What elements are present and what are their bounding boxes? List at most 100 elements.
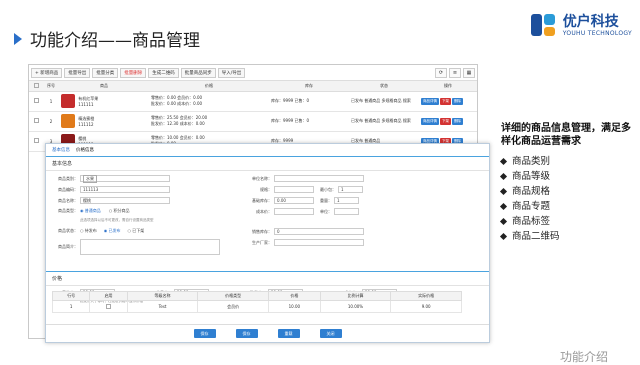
col-checkbox[interactable] <box>29 81 43 92</box>
type-radio-points[interactable]: ○ 积分商品 <box>109 208 130 214</box>
spec-input[interactable] <box>274 186 314 193</box>
company-logo: 优户科技 YOUHU TECHNOLOGY <box>530 12 632 38</box>
status-radio-pending[interactable]: ○ 待发布 <box>80 228 97 234</box>
diamond-bullet-icon <box>499 157 508 166</box>
ptable-header: 比例计算 <box>319 291 392 301</box>
delete-button[interactable]: 删除 <box>452 117 463 125</box>
feature-label: 商品二维码 <box>512 231 560 242</box>
status-label: 商品状态： <box>58 228 78 233</box>
detail-button[interactable]: 商品详情 <box>421 117 439 125</box>
name-input[interactable]: 樱桃 <box>80 197 170 204</box>
detail-button[interactable]: 商品详情 <box>421 97 439 105</box>
cell: 10.00 <box>267 300 321 313</box>
col-header: 序号 <box>43 81 59 92</box>
desc-label: 商品简介： <box>58 244 78 249</box>
enable-checkbox[interactable] <box>89 300 128 313</box>
feature-item: 商品等级 <box>499 169 636 184</box>
product-cell: 有机红苹果 111111 <box>59 91 149 112</box>
feature-label: 商品等级 <box>512 171 551 182</box>
refresh-icon[interactable]: ⟳ <box>435 67 447 78</box>
spec-dim-input[interactable]: 1 <box>338 186 363 193</box>
status-opt-label: 已下架 <box>132 228 145 233</box>
origin-input[interactable] <box>274 239 364 246</box>
feature-item: 商品二维码 <box>499 229 636 244</box>
batch-delete-button[interactable]: 批量删除 <box>120 67 147 78</box>
product-code: 111112 <box>78 121 94 127</box>
col-header: 状态 <box>349 81 419 92</box>
stock-cell: 库存：9999 已售：0 <box>269 111 349 132</box>
add-product-button[interactable]: + 新增商品 <box>31 67 63 78</box>
stock-cell: 库存：9999 已售：0 <box>269 91 349 112</box>
columns-icon[interactable]: ▦ <box>463 67 475 78</box>
spec-label: 规格： <box>260 186 272 192</box>
type-label: 商品类型： <box>58 208 78 213</box>
feature-label: 商品规格 <box>512 186 551 197</box>
section-price-title: 价格 <box>46 271 489 286</box>
unit2-input[interactable] <box>334 208 359 215</box>
table-row[interactable]: 1 Test 会员价 10.00 10.00% 9.00 <box>51 300 462 313</box>
import-export-button[interactable]: 导入/导出 <box>217 67 246 78</box>
feature-item: 商品规格 <box>499 184 636 199</box>
row-checkbox[interactable] <box>29 131 43 152</box>
status-opt-label: 已发布 <box>108 228 121 233</box>
status-radio-offline[interactable]: ○ 已下架 <box>128 228 145 234</box>
tab-basic-info[interactable]: 基本信息 <box>52 147 70 153</box>
diamond-bullet-icon <box>499 187 508 196</box>
offline-button[interactable]: 下架 <box>440 97 451 105</box>
product-image <box>61 114 75 128</box>
weight-input[interactable]: 1 <box>334 197 359 204</box>
cell: 1 <box>51 300 91 313</box>
row-checkbox[interactable] <box>29 111 43 132</box>
ptable-header: 实际价格 <box>390 291 462 301</box>
status-radio-published[interactable]: ◉ 已发布 <box>104 228 121 234</box>
sale-stock-input[interactable]: 0 <box>274 228 364 235</box>
batch-export-button[interactable]: 批量导出 <box>64 67 91 78</box>
product-toolbar: + 新增商品 批量导出 批量分类 批量删除 生成二维码 批量商品同步 导入/导出… <box>29 65 477 81</box>
desc-textarea[interactable] <box>80 239 220 255</box>
diamond-bullet-icon <box>499 232 508 241</box>
product-cell: 精选蜜橙 111112 <box>59 111 149 132</box>
basic-fields: 商品类别： 水果 商品编码： 111113 商品名称： 樱桃 商品类型： ◉ 普通商品… <box>46 171 489 271</box>
cell: 10.00% <box>319 300 392 313</box>
type-opt-label: 普通商品 <box>84 208 101 213</box>
level-price-table: 行号 启用 等级名称 价格类型 价格 比例计算 实际价格 1 Test 会员价 … <box>51 291 462 313</box>
ptable-header: 价格 <box>267 291 321 301</box>
product-name: 有机红苹果 <box>78 95 99 101</box>
category-select[interactable]: 水果 <box>80 174 170 183</box>
type-radio-normal[interactable]: ◉ 普通商品 <box>80 208 101 214</box>
table-row[interactable]: 1 有机红苹果 111111 零售价：0.00 会员价：0.00 批发价：0.00 … <box>29 91 477 112</box>
cost-input[interactable] <box>274 208 314 215</box>
code-label: 商品编码： <box>58 186 78 192</box>
stock-input[interactable]: 0.00 <box>274 197 314 204</box>
category-label: 商品类别： <box>58 175 78 181</box>
code-input[interactable]: 111113 <box>80 186 170 193</box>
tab-price-info[interactable]: 价格信息 <box>76 147 94 153</box>
stock-label: 基础库存： <box>252 197 272 203</box>
batch-category-button[interactable]: 批量分类 <box>92 67 119 78</box>
qrcode-button[interactable]: 生成二维码 <box>148 67 179 78</box>
ptable-header: 价格类型 <box>197 291 269 301</box>
sync-button[interactable]: 批量商品同步 <box>180 67 216 78</box>
dim-label: 最小包： <box>320 186 336 192</box>
reload-button[interactable]: 重载 <box>277 329 300 338</box>
logo-text-en: YOUHU TECHNOLOGY <box>562 29 632 37</box>
save-new-button[interactable]: 保存 <box>235 329 258 338</box>
product-edit-modal: 基本信息 价格信息 基本信息 商品类别： 水果 商品编码： 111113 商品名称：… <box>45 143 490 343</box>
col-header: 库存 <box>269 81 349 92</box>
ptable-header: 行号 <box>51 291 91 301</box>
close-button[interactable]: 关闭 <box>319 329 342 338</box>
feature-item: 商品类别 <box>499 154 636 169</box>
col-header: 操作 <box>419 81 477 92</box>
section-basic-title: 基本信息 <box>46 157 489 171</box>
title-bullet-icon <box>14 32 22 45</box>
table-row[interactable]: 2 精选蜜橙 111112 零售价：25.50 会员价：20.00 批发价：12.3… <box>29 111 477 132</box>
unit-input[interactable] <box>274 175 364 182</box>
row-checkbox[interactable] <box>29 91 43 112</box>
save-button[interactable]: 保存 <box>193 329 216 338</box>
list-icon[interactable]: ≡ <box>449 67 461 78</box>
row-number: 1 <box>43 91 59 112</box>
cell: 会员价 <box>197 300 269 313</box>
offline-button[interactable]: 下架 <box>440 117 451 125</box>
type-opt-label: 积分商品 <box>113 208 130 213</box>
delete-button[interactable]: 删除 <box>452 97 463 105</box>
